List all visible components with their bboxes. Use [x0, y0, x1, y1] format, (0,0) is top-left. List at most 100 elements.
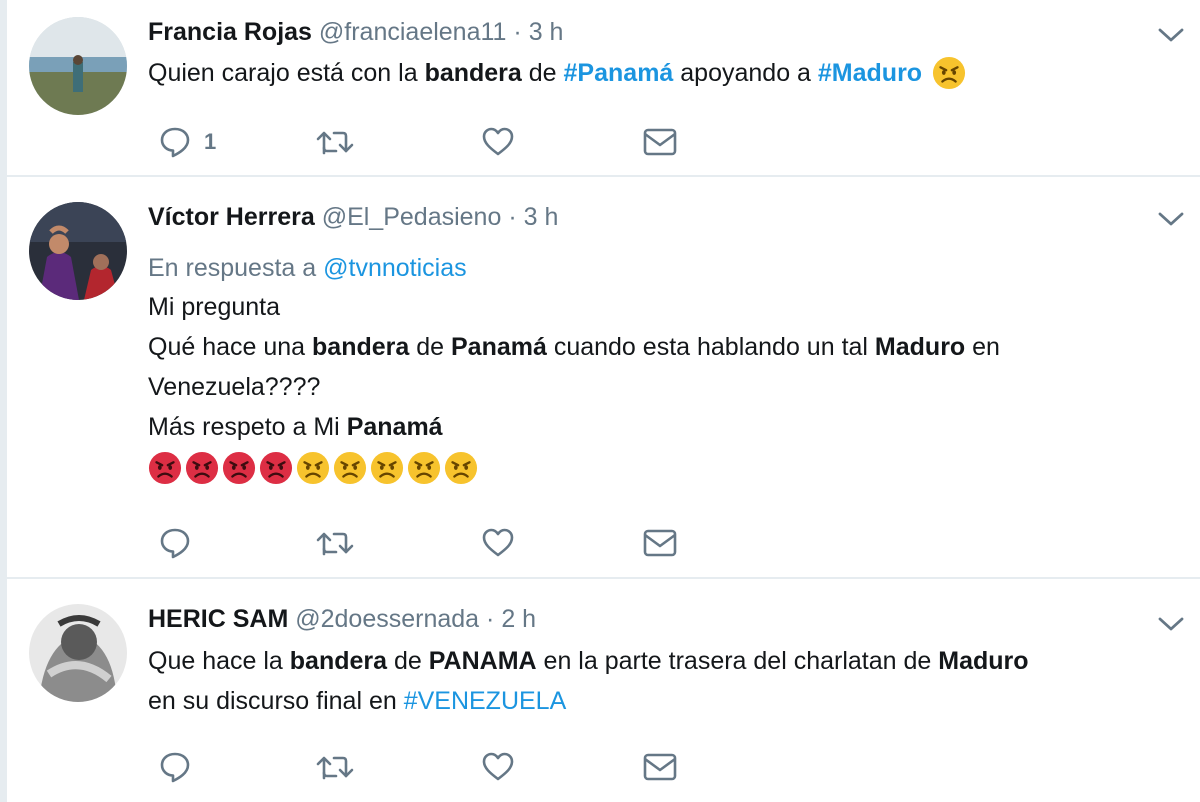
avatar-heric-sam[interactable] — [29, 604, 127, 702]
text-segment: apoyando a — [673, 59, 818, 87]
display-name[interactable]: Francia Rojas — [148, 18, 312, 46]
text-segment: Qué hace una — [148, 333, 313, 361]
angry-face-emoji — [296, 451, 330, 485]
text-line: Qué hace una bandera de Panamá cuando es… — [148, 327, 1160, 367]
text-bold-segment: Panamá — [346, 413, 443, 441]
text-line: Mi pregunta — [148, 293, 281, 321]
text-line: en su discurso final en #VENEZUELA — [148, 681, 1160, 721]
text-segment: en — [965, 333, 1000, 361]
pouting-face-emoji — [222, 451, 256, 485]
separator-dot: · — [508, 203, 517, 231]
tweet-text: Mi pregunta Qué hace una bandera de Pana… — [148, 287, 1160, 485]
text-segment: Quien carajo está con la — [148, 59, 425, 87]
text-segment: de — [387, 647, 429, 675]
reply-count: 1 — [204, 129, 217, 154]
timestamp[interactable]: 2 h — [501, 605, 536, 633]
text-segment: Que hace la — [148, 647, 290, 675]
reply-label: En respuesta a — [148, 254, 324, 282]
reply-button[interactable] — [158, 523, 204, 563]
angry-face-emoji — [407, 451, 441, 485]
text-bold-segment: bandera — [312, 333, 410, 361]
text-segment: Más respeto a Mi — [148, 413, 347, 441]
angry-face-emoji — [933, 56, 966, 90]
timestamp[interactable]: 3 h — [529, 18, 564, 46]
retweet-button[interactable] — [315, 122, 355, 162]
text-line: Que hace la bandera de PANAMA en la part… — [148, 641, 1160, 681]
pouting-face-emoji — [148, 451, 182, 485]
envelope-icon — [643, 128, 677, 156]
hashtag-link[interactable]: #Panamá — [564, 53, 674, 93]
text-bold-segment: PANAMA — [428, 647, 537, 675]
angry-face-emoji — [370, 451, 404, 485]
message-button[interactable] — [642, 122, 678, 162]
display-name[interactable]: Víctor Herrera — [148, 203, 315, 231]
text-bold-segment: bandera — [424, 59, 522, 87]
reply-context: En respuesta a @tvnnoticias — [148, 253, 1160, 283]
chevron-down-icon[interactable] — [1156, 25, 1186, 45]
heart-icon — [482, 528, 514, 557]
avatar-victor-herrera[interactable] — [29, 202, 127, 300]
text-bold-segment: Maduro — [874, 333, 966, 361]
hashtag-link[interactable]: #Maduro — [818, 53, 922, 93]
reply-icon — [160, 528, 190, 559]
emoji-row — [148, 451, 1160, 485]
user-handle[interactable]: @2doessernada — [295, 605, 479, 633]
text-segment: en la parte trasera del charlatan de — [536, 647, 939, 675]
mention-link[interactable]: @tvnnoticias — [323, 254, 467, 282]
tweet-actions — [148, 523, 708, 563]
user-handle[interactable]: @El_Pedasieno — [322, 203, 502, 231]
retweet-button[interactable] — [315, 523, 355, 563]
like-button[interactable] — [481, 747, 515, 787]
retweet-button[interactable] — [315, 747, 355, 787]
tweet-1[interactable]: Francia Rojas @franciaelena11 · 3 h Quie… — [7, 0, 1200, 177]
angry-face-emoji — [333, 451, 367, 485]
tweet-header: Víctor Herrera @El_Pedasieno · 3 h — [148, 202, 1160, 232]
text-bold-segment: bandera — [289, 647, 388, 675]
angry-face-emoji — [444, 451, 478, 485]
tweet-2[interactable]: Víctor Herrera @El_Pedasieno · 3 h En re… — [7, 177, 1200, 579]
display-name[interactable]: HERIC SAM — [148, 605, 288, 633]
text-segment: cuando esta hablando un tal — [546, 333, 875, 361]
heart-icon — [482, 127, 514, 156]
retweet-icon — [316, 756, 354, 780]
tweet-actions — [148, 747, 708, 787]
avatar-image — [29, 17, 127, 115]
text-bold-segment: Maduro — [938, 647, 1029, 675]
pouting-face-emoji — [259, 451, 293, 485]
timestamp[interactable]: 3 h — [524, 203, 559, 231]
tweet-text: Quien carajo está con la bandera de #Pan… — [148, 53, 1160, 93]
text-segment: de — [409, 333, 451, 361]
hashtag-link[interactable]: #VENEZUELA — [404, 687, 567, 715]
chevron-down-icon[interactable] — [1156, 209, 1186, 229]
retweet-icon — [316, 131, 354, 155]
text-line: Venezuela???? — [148, 373, 321, 401]
retweet-icon — [316, 532, 354, 556]
reply-button[interactable] — [158, 747, 204, 787]
chevron-down-icon[interactable] — [1156, 614, 1186, 634]
tweet-text: Que hace la bandera de PANAMA en la part… — [148, 641, 1160, 721]
tweet-3[interactable]: HERIC SAM @2doessernada · 2 h Que hace l… — [7, 579, 1200, 802]
left-border — [0, 0, 7, 802]
message-button[interactable] — [642, 523, 678, 563]
message-button[interactable] — [642, 747, 678, 787]
tweet-actions: 1 — [148, 122, 708, 162]
text-bold-segment: Panamá — [450, 333, 547, 361]
reply-button[interactable]: 1 — [158, 122, 216, 162]
like-button[interactable] — [481, 523, 515, 563]
envelope-icon — [643, 753, 677, 781]
user-handle[interactable]: @franciaelena11 — [319, 18, 507, 46]
separator-dot: · — [486, 605, 495, 633]
like-button[interactable] — [481, 122, 515, 162]
heart-icon — [482, 752, 514, 781]
avatar-image — [29, 604, 127, 702]
avatar-image — [29, 202, 127, 300]
tweet-header: Francia Rojas @franciaelena11 · 3 h — [148, 17, 1160, 47]
reply-icon — [160, 127, 190, 158]
avatar-francia-rojas[interactable] — [29, 17, 127, 115]
reply-icon — [160, 752, 190, 783]
tweet-header: HERIC SAM @2doessernada · 2 h — [148, 604, 1160, 634]
text-segment: de — [521, 59, 564, 87]
text-segment: en su discurso final en — [148, 687, 404, 715]
tweet-feed: Francia Rojas @franciaelena11 · 3 h Quie… — [0, 0, 1200, 802]
text-line: Más respeto a Mi Panamá — [148, 407, 1160, 447]
